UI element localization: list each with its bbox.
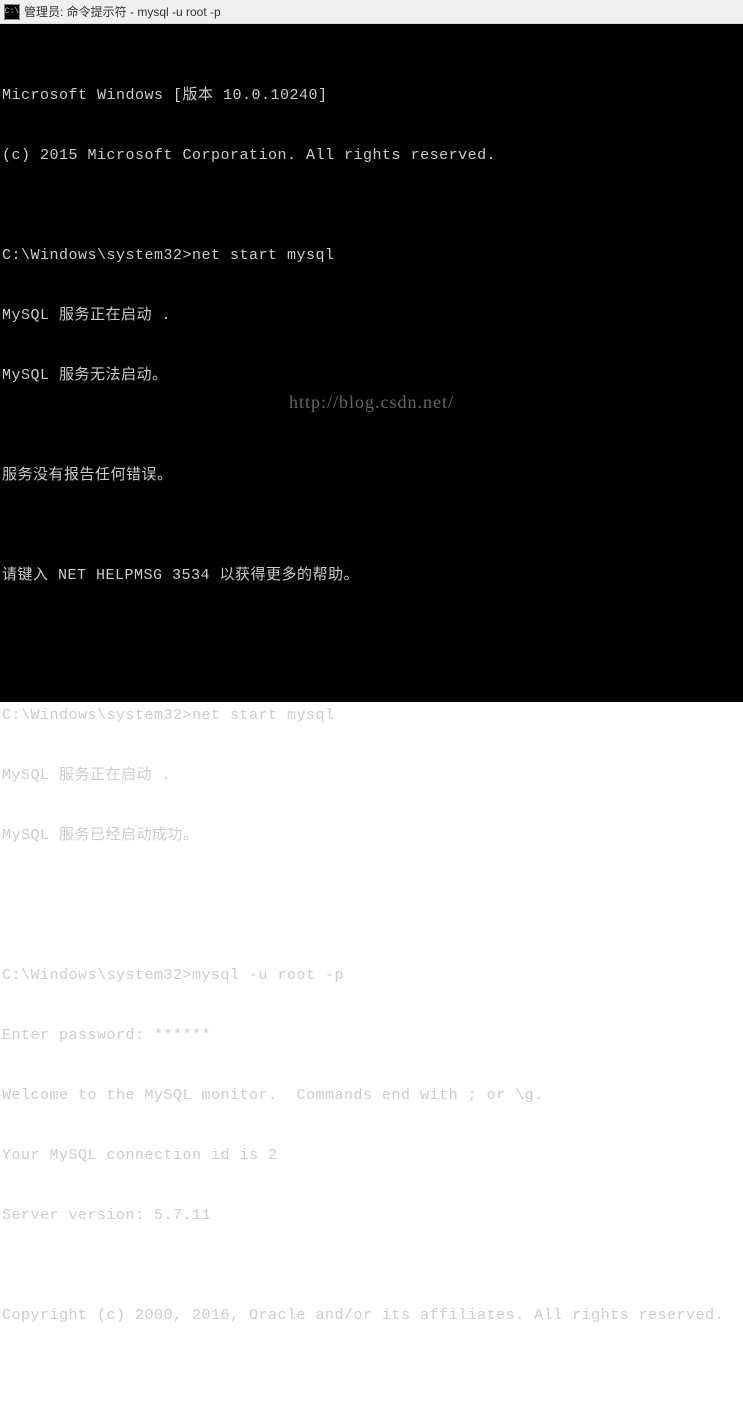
- terminal-line: 服务没有报告任何错误。: [0, 466, 743, 486]
- terminal-line: Welcome to the MySQL monitor. Commands e…: [0, 1086, 743, 1106]
- terminal-line: C:\Windows\system32>net start mysql: [0, 706, 743, 726]
- cmd-icon: C:\: [4, 4, 20, 20]
- terminal-line: Microsoft Windows [版本 10.0.10240]: [0, 86, 743, 106]
- terminal-line: MySQL 服务已经启动成功。: [0, 826, 743, 846]
- terminal-line: (c) 2015 Microsoft Corporation. All righ…: [0, 146, 743, 166]
- watermark-text: http://blog.csdn.net/: [289, 392, 454, 412]
- terminal-line: MySQL 服务无法启动。: [0, 366, 743, 386]
- terminal-line: MySQL 服务正在启动 .: [0, 306, 743, 326]
- terminal-line: Copyright (c) 2000, 2016, Oracle and/or …: [0, 1306, 743, 1326]
- terminal-line: 请键入 NET HELPMSG 3534 以获得更多的帮助。: [0, 566, 743, 586]
- terminal-line: Server version: 5.7.11: [0, 1206, 743, 1226]
- terminal-line: Enter password: ******: [0, 1026, 743, 1046]
- window-titlebar[interactable]: C:\ 管理员: 命令提示符 - mysql -u root -p: [0, 0, 743, 24]
- terminal-line: Your MySQL connection id is 2: [0, 1146, 743, 1166]
- terminal-line: C:\Windows\system32>mysql -u root -p: [0, 966, 743, 986]
- terminal-line: C:\Windows\system32>net start mysql: [0, 246, 743, 266]
- window-title: 管理员: 命令提示符 - mysql -u root -p: [24, 3, 221, 20]
- terminal-line: MySQL 服务正在启动 .: [0, 766, 743, 786]
- terminal-area[interactable]: http://blog.csdn.net/ Microsoft Windows …: [0, 24, 743, 702]
